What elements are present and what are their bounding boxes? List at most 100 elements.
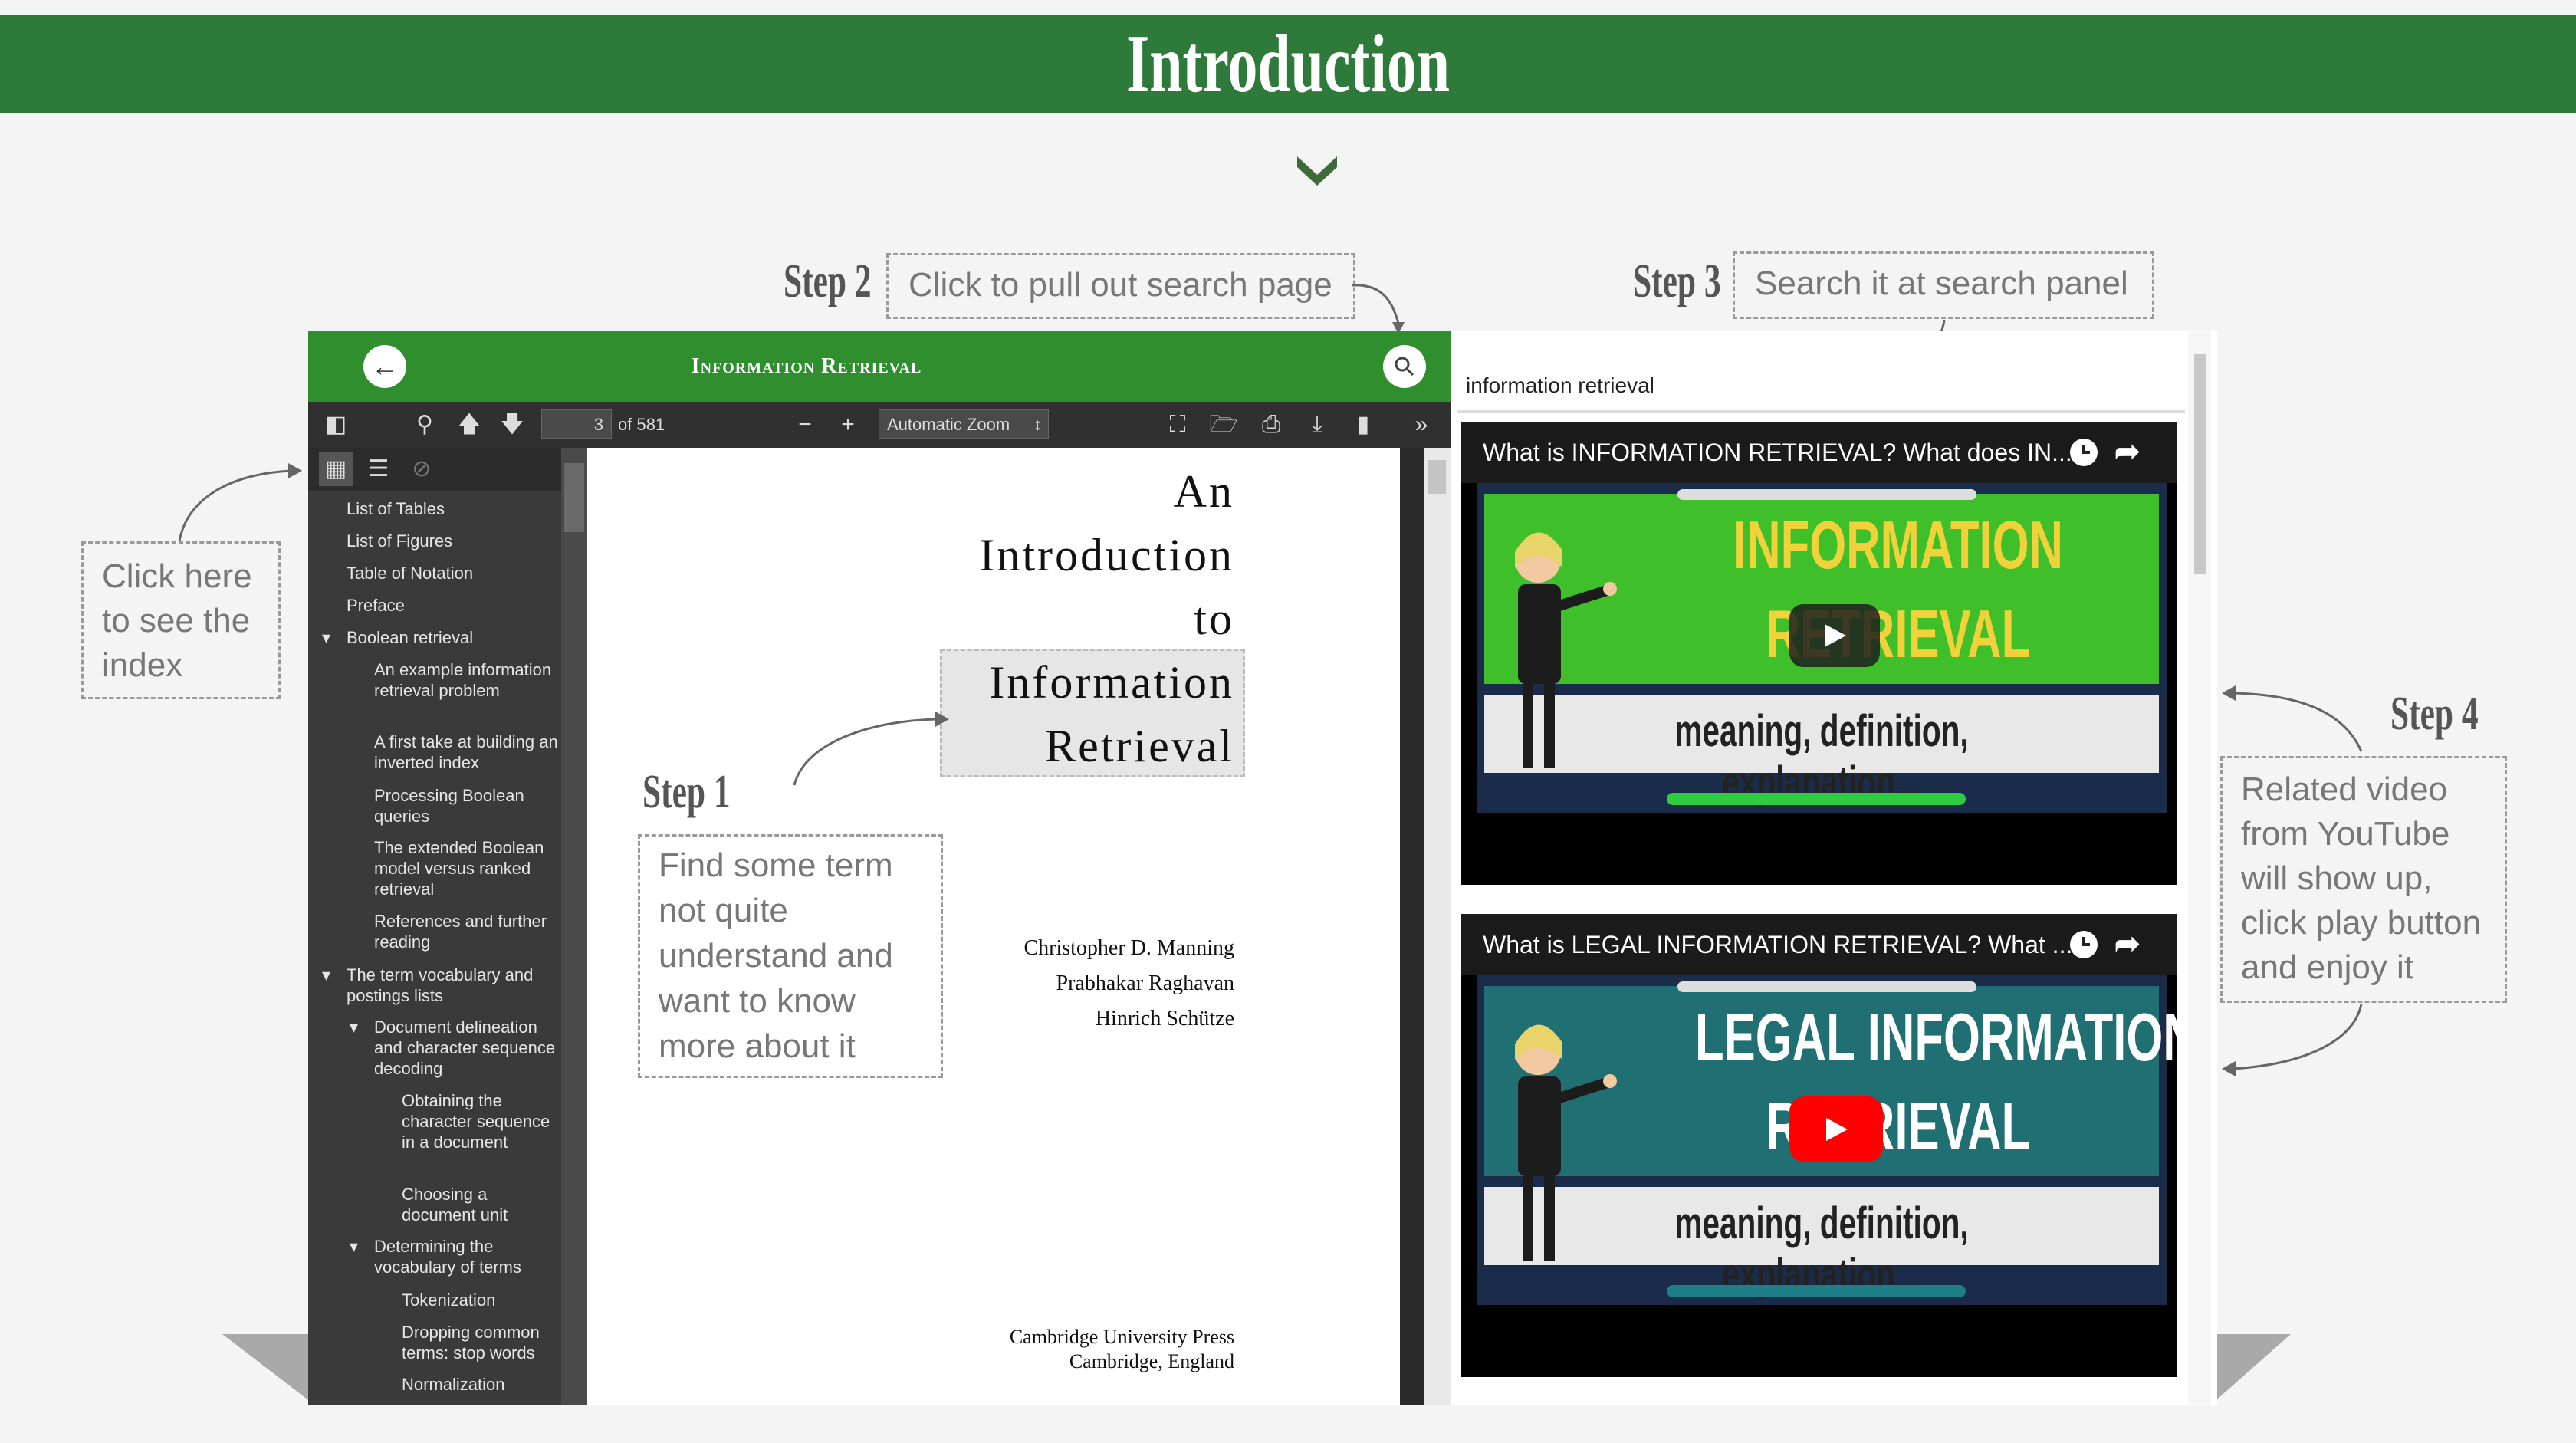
toc-item[interactable]: Preface — [347, 595, 405, 616]
sidebar-scrollbar-thumb[interactable] — [564, 463, 584, 532]
viewer-toolbar: ◧ ⚲ 🡅 🡇 3 of 581 − + Automatic Zoom ↕ ⛶ 🗁… — [308, 402, 1451, 448]
toc-item[interactable]: Normalization — [402, 1374, 505, 1395]
step2-arrow — [1352, 284, 1405, 334]
select-arrows-icon: ↕ — [1033, 415, 1042, 434]
outline-icon[interactable]: ☰ — [362, 452, 396, 486]
download-icon[interactable]: ⤓ — [1300, 402, 1334, 448]
next-page-icon[interactable]: 🡇 — [495, 402, 529, 448]
share-icon[interactable]: ➦ — [2114, 434, 2141, 469]
step4-label: Step 4 — [2390, 688, 2479, 740]
sidebar-toggle-icon[interactable]: ◧ — [319, 402, 353, 448]
attachments-icon[interactable]: ⊘ — [405, 452, 439, 486]
toc-item[interactable]: Determining the vocabulary of terms — [374, 1236, 558, 1277]
fullscreen-icon[interactable]: ⛶ — [1161, 402, 1194, 448]
sidebar-scrollbar[interactable] — [561, 448, 587, 1405]
previous-page-icon[interactable]: 🡅 — [452, 402, 486, 448]
book-title-line: Information — [989, 657, 1234, 708]
video-thumbnail[interactable]: INFORMATION RETRIEVAL meaning, definitio… — [1477, 483, 2167, 813]
step4-arrow-top — [2222, 685, 2363, 752]
thumbnail-decoration-bar — [1677, 489, 1976, 500]
toc-item[interactable]: Processing Boolean queries — [374, 785, 558, 827]
thumbnail-line2: RETRIEVAL — [1766, 596, 2031, 672]
print-icon[interactable]: ⎙ — [1254, 402, 1288, 448]
tools-icon[interactable]: » — [1405, 402, 1438, 448]
thumbnail-line1: LEGAL INFORMATION — [1695, 999, 2177, 1075]
toc-item[interactable]: List of Tables — [347, 498, 445, 519]
thumbnail-decoration-bar — [1677, 981, 1976, 992]
cartoon-presenter — [1515, 532, 1617, 768]
step3-label: Step 3 — [1633, 255, 1721, 307]
toc-expand-icon[interactable]: ▾ — [322, 627, 330, 648]
clock-icon[interactable] — [2070, 439, 2098, 466]
toc-item[interactable]: An example information retrieval problem — [374, 659, 558, 701]
book-title-line: An — [1173, 466, 1234, 517]
toc-expand-icon[interactable]: ▾ — [350, 1236, 358, 1257]
toc-item[interactable]: References and further reading — [374, 911, 558, 952]
page-scrollbar-thumb[interactable] — [1428, 460, 1446, 494]
toc-item[interactable]: Obtaining the character sequence in a do… — [402, 1090, 555, 1152]
play-button[interactable] — [1789, 604, 1880, 667]
zoom-out-icon[interactable]: − — [788, 402, 822, 448]
step3-note: Search it at search panel — [1733, 251, 2154, 319]
chevron-down-icon — [1297, 156, 1337, 186]
clock-icon[interactable] — [2070, 931, 2098, 958]
viewer-title: Information Retrieval — [691, 354, 922, 378]
step4-arrow-bottom — [2222, 1004, 2363, 1076]
page-title: Introduction — [1125, 18, 1451, 110]
thumbnail-line2: RETRIEVAL — [1766, 1088, 2031, 1164]
book-authors: Christopher D. Manning Prabhakar Raghava… — [922, 931, 1234, 1037]
toc-item[interactable]: The term vocabulary and postings lists — [347, 965, 558, 1006]
panel-scrollbar[interactable] — [2188, 331, 2211, 1405]
play-icon — [1826, 1118, 1848, 1141]
thumbnails-icon[interactable]: ▦ — [319, 452, 353, 486]
book-title-line: to — [1194, 593, 1234, 644]
share-icon[interactable]: ➦ — [2114, 926, 2141, 961]
bookmark-icon[interactable]: ▮ — [1346, 402, 1380, 448]
toc-item[interactable]: Table of Notation — [347, 563, 473, 583]
play-button[interactable] — [1789, 1096, 1883, 1162]
toc-expand-icon[interactable]: ▾ — [322, 965, 330, 985]
zoom-select-value: Automatic Zoom — [887, 415, 1010, 434]
search-button[interactable] — [1383, 345, 1426, 388]
search-panel: information retrieval INFORMATION RETRIE… — [1451, 331, 2217, 1405]
corner-decoration-left — [222, 1334, 314, 1405]
search-icon — [1395, 357, 1414, 376]
search-input[interactable]: information retrieval — [1457, 359, 2185, 413]
toc-item[interactable]: Boolean retrieval — [347, 627, 473, 648]
toc-item[interactable]: The extended Boolean model versus ranked… — [374, 837, 558, 899]
zoom-select[interactable]: Automatic Zoom ↕ — [879, 409, 1049, 439]
step1-label: Step 1 — [642, 766, 731, 818]
back-arrow-icon[interactable]: ← — [363, 345, 406, 388]
toc-expand-icon[interactable]: ▾ — [350, 1017, 358, 1037]
pdf-viewer: ← Information Retrieval ◧ ⚲ 🡅 🡇 3 of 581… — [308, 331, 1451, 1405]
index-note-arrow — [178, 463, 302, 542]
sidebar-tabs: ▦ ☰ ⊘ — [308, 448, 561, 491]
page-number-input[interactable]: 3 — [541, 409, 612, 439]
page-total: of 581 — [618, 415, 665, 434]
thumbnail-decoration-bar — [1667, 793, 1966, 805]
step2-note: Click to pull out search page — [886, 253, 1355, 319]
panel-scrollbar-thumb[interactable] — [2194, 354, 2206, 574]
find-icon[interactable]: ⚲ — [408, 402, 442, 448]
thumbnail-decoration-bar — [1667, 1285, 1966, 1297]
toc-item[interactable]: Document delineation and character seque… — [374, 1017, 558, 1079]
open-file-icon[interactable]: 🗁 — [1207, 402, 1240, 448]
step4-note: Related video from YouTube will show up,… — [2220, 756, 2507, 1003]
toc-item[interactable]: Tokenization — [402, 1290, 495, 1310]
author-name: Prabhakar Raghavan — [1056, 971, 1234, 995]
book-publisher: Cambridge University Press Cambridge, En… — [922, 1325, 1234, 1374]
toc-item[interactable]: List of Figures — [347, 531, 452, 551]
video-card[interactable]: INFORMATION RETRIEVAL meaning, definitio… — [1461, 422, 2177, 885]
step1-note: Find some term not quite understand and … — [638, 834, 943, 1078]
video-card[interactable]: LEGAL INFORMATION RETRIEVAL meaning, def… — [1461, 914, 2177, 1377]
play-icon — [1825, 624, 1846, 647]
page-scrollbar[interactable] — [1424, 448, 1451, 1405]
video-thumbnail[interactable]: LEGAL INFORMATION RETRIEVAL meaning, def… — [1477, 975, 2177, 1305]
toc-item[interactable]: A first take at building an inverted ind… — [374, 731, 558, 773]
page-gutter — [1400, 448, 1424, 1405]
toc-item[interactable]: Choosing a document unit — [402, 1184, 540, 1225]
publisher-line: Cambridge, England — [1069, 1350, 1234, 1372]
zoom-in-icon[interactable]: + — [831, 402, 865, 448]
toc-item[interactable]: Dropping common terms: stop words — [402, 1322, 555, 1363]
cartoon-presenter — [1515, 1024, 1617, 1261]
